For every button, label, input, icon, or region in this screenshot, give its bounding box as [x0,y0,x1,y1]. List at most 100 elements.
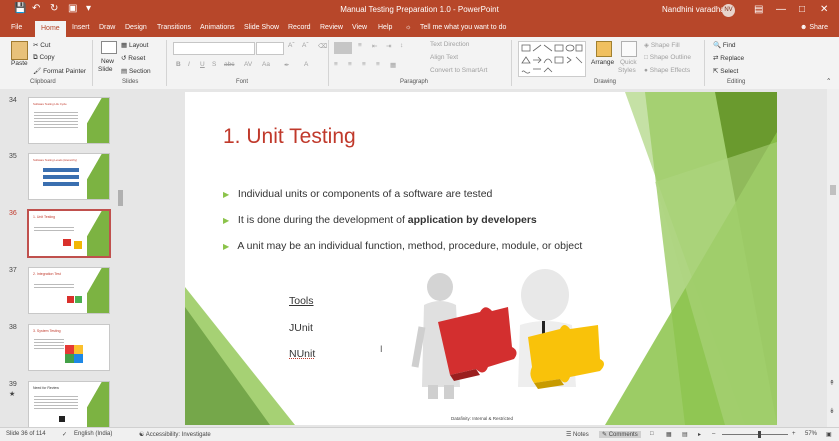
highlight-icon[interactable]: ✒ [284,61,289,69]
copy-button[interactable]: ⧉ Copy [33,54,55,62]
slide-sorter-icon[interactable]: ▦ [666,431,672,438]
align-right-icon[interactable]: ≡ [362,61,366,68]
slide-thumbnail-36[interactable]: 1. Unit Testing [27,209,111,258]
slide-thumbnail-39[interactable]: Need for Review [28,381,110,428]
arrange-icon[interactable] [596,41,612,57]
shrink-font-icon[interactable]: Aˇ [302,42,309,49]
underline-icon[interactable]: U [200,61,205,68]
zoom-slider[interactable] [722,434,788,435]
tab-help[interactable]: Help [378,24,392,31]
vertical-scrollbar[interactable]: ↟ ↡ [827,89,839,427]
shape-effects-button[interactable]: ● Shape Effects [644,67,690,74]
shadow-icon[interactable]: S [212,61,216,68]
grow-font-icon[interactable]: Aˆ [288,42,295,49]
tools-heading[interactable]: Tools [289,295,314,307]
slide-title[interactable]: 1. Unit Testing [223,125,356,149]
strikethrough-icon[interactable]: abc [224,61,234,68]
bold-icon[interactable]: B [176,61,181,68]
slide-thumbnail-37[interactable]: 2. Integration Test [28,267,110,314]
convert-to-smartart-button[interactable]: Convert to SmartArt [430,67,487,74]
slideshow-icon[interactable]: ▸ [698,431,701,438]
notes-button[interactable]: ☰ Notes [566,431,589,438]
font-color-icon[interactable]: A [304,61,308,68]
tab-file[interactable]: File [11,24,22,31]
tab-design[interactable]: Design [125,24,147,31]
tab-record[interactable]: Record [288,24,311,31]
cut-button[interactable]: ✂ Cut [33,41,50,49]
language-status[interactable]: English (India) [74,431,112,437]
fit-to-window-icon[interactable]: ▣ [826,431,832,438]
section-button[interactable]: ▤ Section [121,67,151,75]
format-painter-button[interactable]: 🖌 Format Painter [33,67,86,75]
thumbnail-scrollbar[interactable] [118,190,123,206]
share-button[interactable]: ☻ Share [800,24,828,31]
puzzle-people-illustration[interactable] [410,267,650,417]
tab-view[interactable]: View [352,24,367,31]
collapse-ribbon-icon[interactable]: ⌃ [826,77,831,85]
increase-indent-icon[interactable]: ⇥ [386,42,391,50]
quick-styles-button[interactable]: Quick [620,59,637,66]
new-slide-button[interactable]: New [101,58,114,65]
accessibility-status[interactable]: ☯ Accessibility: Investigate [139,431,211,438]
tab-transitions[interactable]: Transitions [157,24,191,31]
new-slide-button-line2[interactable]: Slide [98,66,112,73]
maximize-icon[interactable]: □ [799,4,805,15]
shape-fill-button[interactable]: ◈ Shape Fill [644,41,680,49]
italic-icon[interactable]: I [188,61,190,68]
zoom-level[interactable]: 57% [805,431,817,437]
columns-icon[interactable]: ▦ [390,61,396,69]
font-name-field[interactable] [173,42,255,55]
slide-thumbnail-38[interactable]: 3. System Testing [28,324,110,371]
avatar[interactable]: NV [722,4,735,17]
close-icon[interactable]: ✕ [820,4,828,15]
replace-button[interactable]: ⇄ Replace [713,54,744,62]
bullets-icon[interactable] [334,42,352,54]
normal-view-icon[interactable]: □ [650,431,654,437]
quick-styles-icon[interactable] [621,41,637,57]
slide-thumbnail-34[interactable]: Software Testing Life Cycle [28,97,110,144]
tell-me-search[interactable]: Tell me what you want to do [420,24,506,31]
previous-slide-icon[interactable]: ↟ [829,379,835,387]
user-name[interactable]: Nandhini varadhan [662,5,729,14]
next-slide-icon[interactable]: ↡ [829,407,835,415]
zoom-slider-thumb[interactable] [758,431,761,438]
tool-nunit[interactable]: NUnit [289,348,315,360]
zoom-in-icon[interactable]: + [792,431,796,437]
paste-button[interactable]: Paste [11,60,28,67]
tab-review[interactable]: Review [320,24,343,31]
select-button[interactable]: ⇱ Select [713,67,738,75]
tab-home[interactable]: Home [35,21,66,37]
align-left-icon[interactable]: ≡ [334,61,338,68]
tab-slide-show[interactable]: Slide Show [244,24,279,31]
shapes-gallery[interactable] [518,41,586,77]
numbering-icon[interactable]: ≡ [358,42,362,49]
reading-view-icon[interactable]: ▤ [682,431,688,438]
reset-button[interactable]: ↺ Reset [121,54,145,62]
justify-icon[interactable]: ≡ [376,61,380,68]
paste-icon[interactable] [11,41,28,60]
tab-draw[interactable]: Draw [99,24,115,31]
zoom-out-icon[interactable]: – [712,431,715,437]
arrange-button[interactable]: Arrange [591,59,614,66]
tab-animations[interactable]: Animations [200,24,235,31]
slide-thumbnail-35[interactable]: Software Testing Levels (Hierarchy) [28,153,110,200]
quick-styles-button-line2[interactable]: Styles [618,67,636,74]
font-size-field[interactable] [256,42,284,55]
align-center-icon[interactable]: ≡ [348,61,352,68]
comments-button[interactable]: ✎ Comments [599,431,641,438]
change-case-icon[interactable]: Aa [262,61,270,68]
scrollbar-thumb[interactable] [830,185,836,195]
clear-formatting-icon[interactable]: ⌫ [318,42,327,50]
spellcheck-icon[interactable]: ✓ [62,431,67,438]
align-text-button[interactable]: Align Text [430,54,458,61]
slide[interactable]: 1. Unit Testing ▶ Individual units or co… [185,92,777,425]
find-button[interactable]: 🔍 Find [713,41,736,49]
tab-insert[interactable]: Insert [72,24,90,31]
tool-junit[interactable]: JUnit [289,322,313,334]
char-spacing-icon[interactable]: AV [244,61,252,68]
ribbon-display-icon[interactable]: ▤ [754,4,763,15]
text-direction-button[interactable]: Text Direction [430,41,469,48]
decrease-indent-icon[interactable]: ⇤ [372,42,377,50]
minimize-icon[interactable]: — [776,4,786,15]
line-spacing-icon[interactable]: ↕ [400,42,403,49]
